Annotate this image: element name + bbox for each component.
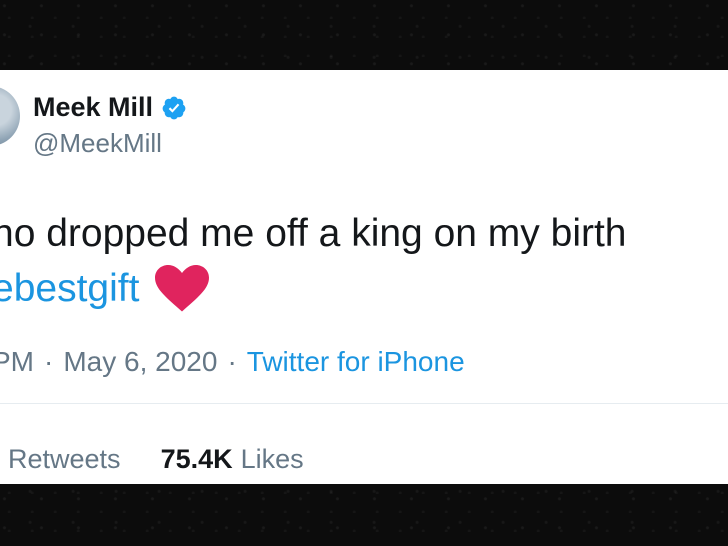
author-row: Meek Mill <box>33 92 187 123</box>
likes-label[interactable]: Likes <box>241 444 304 475</box>
tweet-stats: Retweets 75.4K Likes <box>8 444 304 475</box>
likes-count[interactable]: 75.4K <box>161 444 233 475</box>
verified-badge-icon <box>162 96 186 119</box>
meta-separator: · <box>227 346 237 377</box>
meta-separator: · <box>44 346 54 377</box>
tweet-meta: PM · May 6, 2020 · Twitter for iPhone <box>0 346 465 378</box>
retweets-label[interactable]: Retweets <box>8 444 121 475</box>
tweet-date[interactable]: May 6, 2020 <box>63 346 217 378</box>
tweet-card: Meek Mill @MeekMill no dropped me off a … <box>0 70 728 484</box>
red-heart-icon <box>155 265 210 312</box>
divider <box>0 403 728 404</box>
tweet-time[interactable]: PM <box>0 346 34 378</box>
avatar[interactable] <box>0 86 20 146</box>
handle[interactable]: @MeekMill <box>33 128 162 159</box>
display-name[interactable]: Meek Mill <box>33 92 153 123</box>
hashtag-link[interactable]: ebestgift <box>0 267 139 311</box>
hashtag-row: ebestgift <box>0 265 210 313</box>
tweet-source[interactable]: Twitter for iPhone <box>247 346 465 378</box>
tweet-text: no dropped me off a king on my birth <box>0 212 627 255</box>
